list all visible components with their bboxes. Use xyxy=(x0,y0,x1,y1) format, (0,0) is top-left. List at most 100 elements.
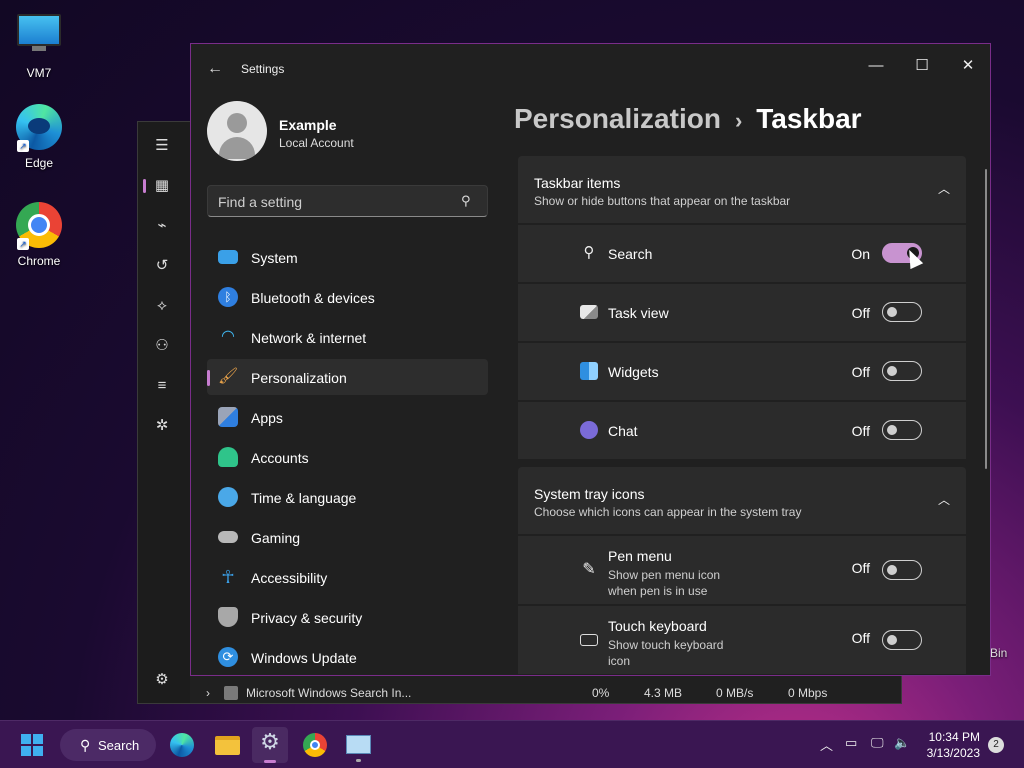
section-title: Taskbar items xyxy=(534,175,621,191)
setting-label: Widgets xyxy=(608,364,659,380)
minimize-icon[interactable]: — xyxy=(853,50,899,82)
back-arrow-icon[interactable]: ← xyxy=(205,59,225,79)
taskbar-settings-content: Taskbar items Show or hide buttons that … xyxy=(518,156,966,675)
details-icon[interactable]: ≡ xyxy=(152,376,172,396)
close-icon[interactable]: ✕ xyxy=(945,50,990,82)
nav-label: Time & language xyxy=(251,490,357,506)
nav-item-network[interactable]: ◠ Network & internet xyxy=(207,319,488,355)
brush-icon: 🖌 xyxy=(218,368,239,385)
nav-label: Accounts xyxy=(251,450,309,466)
taskbar-search-button[interactable]: ⚲ Search xyxy=(60,729,156,761)
app-history-icon[interactable]: ↺ xyxy=(152,256,172,276)
process-row[interactable]: › Microsoft Windows Search In... 0% 4.3 … xyxy=(194,682,899,704)
edge-taskbar-button[interactable] xyxy=(164,727,200,763)
performance-icon[interactable]: ⌁ xyxy=(152,216,172,236)
process-network: 0 Mbps xyxy=(788,686,828,700)
file-explorer-taskbar-button[interactable] xyxy=(209,727,245,763)
notification-badge[interactable]: 2 xyxy=(988,737,1004,753)
services-icon[interactable]: ✲ xyxy=(152,416,172,436)
nav-item-accessibility[interactable]: ☥ Accessibility xyxy=(207,559,488,595)
users-icon[interactable]: ⚇ xyxy=(152,336,172,356)
expand-chevron-icon[interactable]: › xyxy=(206,686,210,700)
task-view-toggle[interactable] xyxy=(882,302,922,322)
maximize-icon[interactable]: ☐ xyxy=(899,50,945,82)
nav-item-accounts[interactable]: Accounts xyxy=(207,439,488,475)
find-setting-box[interactable]: ⚲ xyxy=(207,185,488,217)
process-cpu: 0% xyxy=(592,686,610,700)
nav-item-privacy-security[interactable]: Privacy & security xyxy=(207,599,488,635)
chevron-up-icon[interactable]: ︿ xyxy=(938,491,950,508)
touch-keyboard-toggle[interactable] xyxy=(882,630,922,650)
nav-item-apps[interactable]: Apps xyxy=(207,399,488,435)
avatar[interactable] xyxy=(207,101,267,161)
section-subtitle: Show or hide buttons that appear on the … xyxy=(534,194,791,208)
nav-item-personalization[interactable]: 🖌 Personalization xyxy=(207,359,488,395)
widgets-toggle[interactable] xyxy=(882,361,922,381)
tablet-icon[interactable]: ▭ xyxy=(845,735,857,751)
desktop-icon-edge[interactable]: ↗ Edge xyxy=(8,104,70,170)
nav-item-bluetooth[interactable]: ᛒ Bluetooth & devices xyxy=(207,279,488,315)
system-tray-icons-header[interactable]: System tray icons Choose which icons can… xyxy=(518,467,966,534)
nav-label: Accessibility xyxy=(251,570,328,586)
title-bar[interactable]: ← Settings — ☐ ✕ xyxy=(191,44,990,92)
taskbar-items-header[interactable]: Taskbar items Show or hide buttons that … xyxy=(518,156,966,223)
startup-apps-icon[interactable]: ⟡ xyxy=(152,296,172,316)
taskbar: ⚲ Search ⚙ ︿ ▭ 🖵 🔈 10:34 PM 3/13/2023 2 xyxy=(0,720,1024,768)
task-manager-rail: ☰ ▦ ⌁ ↺ ⟡ ⚇ ≡ ✲ ⚙ xyxy=(138,122,190,703)
window-title: Settings xyxy=(241,62,285,76)
settings-taskbar-button[interactable]: ⚙ xyxy=(252,727,288,763)
search-icon[interactable]: ⚲ xyxy=(461,193,477,209)
desktop-icon-vm7[interactable]: VM7 xyxy=(8,10,70,80)
search-indexer-icon xyxy=(224,686,238,700)
nav-item-windows-update[interactable]: ⟳ Windows Update xyxy=(207,639,488,675)
find-setting-input[interactable] xyxy=(218,192,448,212)
search-icon: ⚲ xyxy=(80,737,91,753)
chevron-up-icon[interactable]: ︿ xyxy=(820,735,833,754)
taskbar-search-label: Search xyxy=(98,738,140,753)
start-button[interactable] xyxy=(14,727,50,763)
setting-label: Task view xyxy=(608,305,669,321)
volume-icon[interactable]: 🔈 xyxy=(894,735,910,751)
settings-gear-icon[interactable]: ⚙ xyxy=(152,670,172,690)
process-memory: 4.3 MB xyxy=(644,686,683,700)
page-title: Taskbar xyxy=(756,103,862,134)
nav-item-gaming[interactable]: Gaming xyxy=(207,519,488,555)
chrome-taskbar-button[interactable] xyxy=(297,727,333,763)
breadcrumb-parent[interactable]: Personalization xyxy=(514,103,721,134)
pen-menu-toggle[interactable] xyxy=(882,560,922,580)
globe-clock-icon xyxy=(218,487,238,507)
setting-row-chat: Chat Off xyxy=(518,402,966,459)
nav-label: Apps xyxy=(251,410,283,426)
task-manager-icon xyxy=(346,735,371,754)
user-profile[interactable]: Example Local Account xyxy=(207,101,487,163)
edge-icon xyxy=(170,733,194,757)
wifi-icon: ◠ xyxy=(221,328,235,345)
settings-window[interactable]: ← Settings — ☐ ✕ Example Local Account ⚲… xyxy=(190,43,991,676)
breadcrumb-separator: › xyxy=(734,108,743,133)
nav-item-time-language[interactable]: Time & language xyxy=(207,479,488,515)
network-icon[interactable]: 🖵 xyxy=(871,735,884,751)
shield-icon xyxy=(218,607,238,627)
section-title: System tray icons xyxy=(534,486,645,502)
chat-toggle[interactable] xyxy=(882,420,922,440)
nav-label: Privacy & security xyxy=(251,610,363,626)
hamburger-menu-icon[interactable]: ☰ xyxy=(152,136,172,156)
bluetooth-icon: ᛒ xyxy=(218,287,238,307)
toggle-state: Off xyxy=(851,630,870,646)
task-manager-taskbar-button[interactable] xyxy=(340,727,376,763)
chat-icon xyxy=(580,421,598,439)
chevron-up-icon[interactable]: ︿ xyxy=(938,180,950,197)
nav-item-system[interactable]: System xyxy=(207,239,488,275)
toggle-state: Off xyxy=(851,560,870,576)
setting-label: Search xyxy=(608,246,653,262)
clock[interactable]: 10:34 PM 3/13/2023 xyxy=(927,729,980,761)
desktop-icon-chrome[interactable]: ↗ Chrome xyxy=(8,202,70,268)
recycle-bin-label-fragment[interactable]: Bin xyxy=(990,646,1007,660)
update-icon: ⟳ xyxy=(218,647,238,667)
content-scrollbar[interactable] xyxy=(985,169,987,469)
edge-icon: ↗ xyxy=(15,104,63,152)
setting-row-task-view: Task view Off xyxy=(518,284,966,341)
user-name: Example xyxy=(279,117,337,133)
processes-icon[interactable]: ▦ xyxy=(143,176,172,196)
setting-label: Touch keyboard xyxy=(608,618,707,634)
